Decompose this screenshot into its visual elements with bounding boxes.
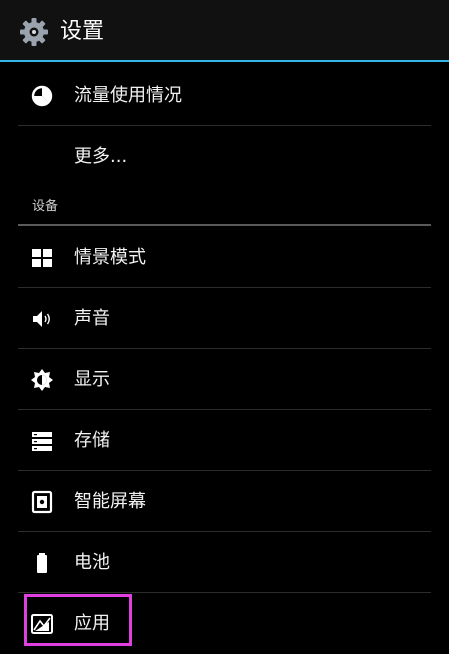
section-header-label: 设备 — [32, 199, 59, 214]
divider — [18, 592, 431, 593]
list-item-profiles[interactable]: 情景模式 — [18, 228, 431, 288]
gear-icon[interactable] — [18, 16, 50, 48]
list-item-display[interactable]: 显示 — [18, 350, 431, 410]
list-item-more[interactable]: 更多... — [18, 127, 431, 187]
page-title: 设置 — [60, 19, 105, 44]
list-item-label: 声音 — [74, 308, 110, 329]
list-item-label: 存储 — [74, 430, 110, 451]
divider — [18, 348, 431, 349]
brightness-icon — [31, 369, 53, 391]
list-item-label: 显示 — [74, 369, 110, 390]
grid-icon — [32, 249, 52, 267]
list-item-sound[interactable]: 声音 — [18, 289, 431, 349]
section-divider — [18, 224, 431, 226]
list-item-label: 智能屏幕 — [74, 491, 146, 512]
action-bar-underline — [0, 60, 449, 62]
list-item-data-usage[interactable]: 流量使用情况 — [18, 66, 431, 126]
battery-icon — [37, 553, 47, 573]
data-usage-icon — [31, 85, 53, 107]
divider — [18, 531, 431, 532]
divider — [18, 125, 431, 126]
list-item-battery[interactable]: 电池 — [18, 533, 431, 593]
list-item-smart-screen[interactable]: 智能屏幕 — [18, 472, 431, 532]
action-bar: 设置 — [0, 0, 449, 62]
list-item-label: 更多... — [74, 146, 128, 167]
smart-screen-icon — [31, 490, 53, 514]
highlight-box — [24, 594, 132, 646]
list-item-label: 电池 — [74, 552, 110, 573]
list-item-storage[interactable]: 存储 — [18, 411, 431, 471]
section-header-device: 设备 — [18, 190, 431, 226]
divider — [18, 470, 431, 471]
storage-icon — [32, 432, 52, 451]
divider — [18, 287, 431, 288]
speaker-icon — [33, 311, 50, 327]
list-item-label: 流量使用情况 — [74, 85, 182, 106]
divider — [18, 409, 431, 410]
list-item-label: 情景模式 — [74, 247, 146, 268]
